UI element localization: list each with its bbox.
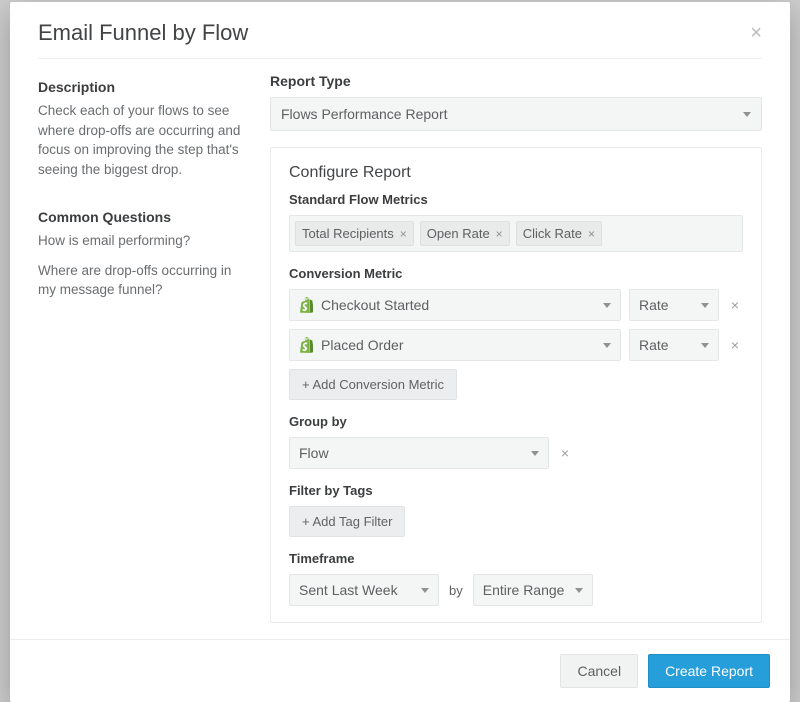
aggregation-select[interactable]: Rate [629, 329, 719, 361]
add-conversion-metric-button[interactable]: + Add Conversion Metric [289, 369, 457, 400]
right-column: Report Type Flows Performance Report Con… [270, 73, 762, 623]
question-item: How is email performing? [38, 231, 250, 251]
chevron-down-icon [603, 303, 611, 308]
metric-chip[interactable]: Click Rate × [516, 221, 602, 246]
conversion-metric-name: Checkout Started [321, 297, 429, 313]
remove-row-icon[interactable]: × [727, 297, 743, 313]
shopify-icon [299, 297, 313, 313]
report-modal: Email Funnel by Flow × Description Check… [10, 2, 790, 702]
chevron-down-icon [575, 588, 583, 593]
remove-row-icon[interactable]: × [727, 337, 743, 353]
chevron-down-icon [701, 343, 709, 348]
cancel-button[interactable]: Cancel [560, 654, 638, 688]
aggregation-select[interactable]: Rate [629, 289, 719, 321]
chevron-down-icon [701, 303, 709, 308]
conversion-metric-select[interactable]: Checkout Started [289, 289, 621, 321]
filter-by-tags-label: Filter by Tags [289, 483, 743, 498]
chevron-down-icon [743, 112, 751, 117]
modal-title: Email Funnel by Flow [38, 20, 750, 46]
description-text: Check each of your flows to see where dr… [38, 101, 250, 179]
timeframe-select[interactable]: Sent Last Week [289, 574, 439, 606]
metric-chip[interactable]: Open Rate × [420, 221, 510, 246]
add-tag-filter-button[interactable]: + Add Tag Filter [289, 506, 405, 537]
description-heading: Description [38, 79, 250, 95]
divider [38, 58, 762, 59]
chip-remove-icon[interactable]: × [588, 227, 595, 241]
timeframe-range-select[interactable]: Entire Range [473, 574, 593, 606]
group-by-select[interactable]: Flow [289, 437, 549, 469]
report-type-select[interactable]: Flows Performance Report [270, 97, 762, 131]
timeframe-label: Timeframe [289, 551, 743, 566]
metric-chip[interactable]: Total Recipients × [295, 221, 414, 246]
chip-remove-icon[interactable]: × [400, 227, 407, 241]
modal-footer: Cancel Create Report [10, 639, 790, 702]
chevron-down-icon [603, 343, 611, 348]
report-type-value: Flows Performance Report [281, 106, 448, 122]
conversion-metric-row: Placed Order Rate × [289, 329, 743, 361]
shopify-icon [299, 337, 313, 353]
configure-report-title: Configure Report [289, 164, 743, 182]
report-type-label: Report Type [270, 73, 762, 89]
group-by-label: Group by [289, 414, 743, 429]
conversion-metric-select[interactable]: Placed Order [289, 329, 621, 361]
standard-metrics-input[interactable]: Total Recipients × Open Rate × Click Rat… [289, 215, 743, 252]
chevron-down-icon [531, 451, 539, 456]
create-report-button[interactable]: Create Report [648, 654, 770, 688]
question-item: Where are drop-offs occurring in my mess… [38, 261, 250, 300]
timeframe-by-label: by [449, 583, 463, 598]
conversion-metric-label: Conversion Metric [289, 266, 743, 281]
standard-flow-metrics-label: Standard Flow Metrics [289, 192, 743, 207]
left-column: Description Check each of your flows to … [38, 73, 270, 623]
common-questions-heading: Common Questions [38, 209, 250, 225]
close-icon[interactable]: × [750, 23, 762, 43]
configure-report-panel: Configure Report Standard Flow Metrics T… [270, 147, 762, 623]
conversion-metric-row: Checkout Started Rate × [289, 289, 743, 321]
chip-remove-icon[interactable]: × [496, 227, 503, 241]
conversion-metric-name: Placed Order [321, 337, 403, 353]
chevron-down-icon [421, 588, 429, 593]
remove-group-by-icon[interactable]: × [557, 445, 573, 461]
